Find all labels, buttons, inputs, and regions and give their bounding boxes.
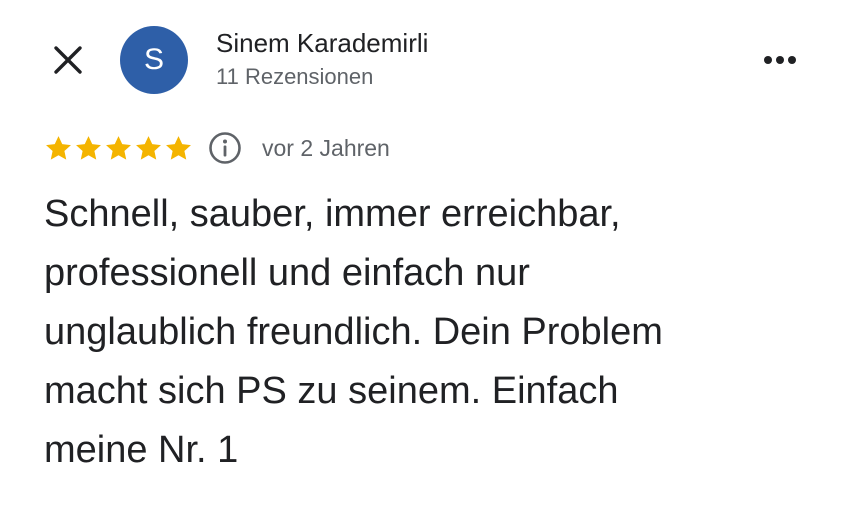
review-text-line: meine Nr. 1	[44, 429, 239, 471]
star-icon	[166, 135, 191, 160]
info-icon[interactable]	[208, 131, 242, 165]
avatar-letter: S	[143, 43, 164, 76]
star-icon	[46, 135, 71, 160]
review-count: 11 Rezensionen	[216, 64, 374, 89]
star-icon	[76, 135, 101, 160]
more-options-button[interactable]	[752, 40, 808, 80]
review-text-line: Schnell, sauber, immer erreichbar,	[44, 193, 621, 235]
close-button[interactable]	[44, 36, 92, 84]
close-icon	[54, 46, 82, 74]
star-icon	[136, 135, 161, 160]
star-icon	[106, 135, 131, 160]
rating-row: vor 2 Jahren	[44, 128, 390, 168]
review-text-line: unglaublich freundlich. Dein Problem	[44, 311, 663, 353]
review-text-line: professionell und einfach nur	[44, 252, 530, 294]
review-text-line: macht sich PS zu seinem. Einfach	[44, 370, 619, 412]
review-detail-page: S Sinem Karademirli 11 Rezensionen vor 2…	[0, 0, 850, 514]
review-text: Schnell, sauber, immer erreichbar, profes…	[44, 185, 814, 480]
author-name[interactable]: Sinem Karademirli	[216, 28, 428, 59]
avatar[interactable]: S	[120, 26, 188, 94]
more-horizontal-icon	[764, 56, 796, 64]
review-date: vor 2 Jahren	[262, 134, 390, 161]
star-rating	[44, 134, 194, 163]
